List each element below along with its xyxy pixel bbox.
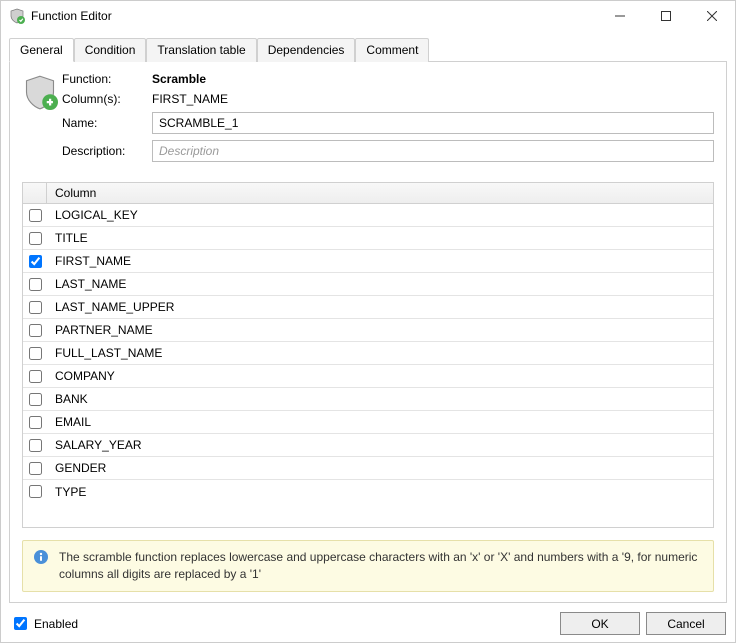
row-checkbox[interactable]: [29, 416, 42, 429]
info-text: The scramble function replaces lowercase…: [59, 549, 703, 583]
table-row[interactable]: LAST_NAME_UPPER: [23, 296, 713, 319]
tab-condition[interactable]: Condition: [74, 38, 147, 62]
tab-label: Translation table: [157, 43, 245, 57]
table-row[interactable]: LOGICAL_KEY: [23, 204, 713, 227]
tab-label: Comment: [366, 43, 418, 57]
tab-label: Dependencies: [268, 43, 345, 57]
info-note: The scramble function replaces lowercase…: [22, 540, 714, 592]
titlebar: Function Editor: [1, 1, 735, 31]
cancel-button[interactable]: Cancel: [646, 612, 726, 635]
row-column-value: TITLE: [47, 231, 713, 245]
row-column-value: LAST_NAME_UPPER: [47, 300, 713, 314]
table-row[interactable]: TYPE: [23, 480, 713, 503]
description-input[interactable]: [152, 140, 714, 162]
row-checkbox[interactable]: [29, 439, 42, 452]
table-row[interactable]: FIRST_NAME: [23, 250, 713, 273]
row-checkbox[interactable]: [29, 255, 42, 268]
close-button[interactable]: [689, 1, 735, 31]
grid-header-check: [23, 183, 47, 203]
columns-value: FIRST_NAME: [152, 92, 714, 106]
grid-header-column: Column: [47, 183, 713, 203]
row-checkbox[interactable]: [29, 278, 42, 291]
tab-strip: General Condition Translation table Depe…: [9, 37, 727, 62]
name-input[interactable]: [152, 112, 714, 134]
row-checkbox[interactable]: [29, 209, 42, 222]
general-panel: Function: Scramble Column(s): FIRST_NAME…: [9, 62, 727, 603]
function-icon: [22, 72, 62, 168]
row-checkbox[interactable]: [29, 370, 42, 383]
enabled-label: Enabled: [34, 617, 78, 631]
row-column-value: PARTNER_NAME: [47, 323, 713, 337]
row-column-value: LOGICAL_KEY: [47, 208, 713, 222]
function-value: Scramble: [152, 72, 714, 86]
table-row[interactable]: GENDER: [23, 457, 713, 480]
table-row[interactable]: COMPANY: [23, 365, 713, 388]
tab-comment[interactable]: Comment: [355, 38, 429, 62]
table-row[interactable]: LAST_NAME: [23, 273, 713, 296]
tab-dependencies[interactable]: Dependencies: [257, 38, 356, 62]
row-checkbox[interactable]: [29, 301, 42, 314]
columns-label: Column(s):: [62, 92, 152, 106]
maximize-button[interactable]: [643, 1, 689, 31]
row-column-value: EMAIL: [47, 415, 713, 429]
tab-translation-table[interactable]: Translation table: [146, 38, 256, 62]
row-column-value: BANK: [47, 392, 713, 406]
table-row[interactable]: SALARY_YEAR: [23, 434, 713, 457]
row-column-value: SALARY_YEAR: [47, 438, 713, 452]
row-checkbox[interactable]: [29, 393, 42, 406]
tab-label: General: [20, 43, 63, 57]
table-row[interactable]: FULL_LAST_NAME: [23, 342, 713, 365]
info-icon: [33, 549, 49, 565]
row-column-value: TYPE: [47, 485, 713, 499]
table-row[interactable]: PARTNER_NAME: [23, 319, 713, 342]
function-label: Function:: [62, 72, 152, 86]
ok-button[interactable]: OK: [560, 612, 640, 635]
window-title: Function Editor: [31, 9, 597, 23]
table-row[interactable]: EMAIL: [23, 411, 713, 434]
row-column-value: GENDER: [47, 461, 713, 475]
name-label: Name:: [62, 116, 152, 130]
row-checkbox[interactable]: [29, 232, 42, 245]
row-column-value: FIRST_NAME: [47, 254, 713, 268]
row-checkbox[interactable]: [29, 462, 42, 475]
row-column-value: LAST_NAME: [47, 277, 713, 291]
tab-general[interactable]: General: [9, 38, 74, 62]
row-checkbox[interactable]: [29, 347, 42, 360]
row-checkbox[interactable]: [29, 485, 42, 498]
row-column-value: FULL_LAST_NAME: [47, 346, 713, 360]
description-label: Description:: [62, 144, 152, 158]
grid-header: Column: [23, 183, 713, 204]
columns-grid: Column LOGICAL_KEY TITLE FIRST_NAME LAST_NA…: [22, 182, 714, 528]
enabled-checkbox-wrap[interactable]: Enabled: [10, 614, 78, 633]
tab-label: Condition: [85, 43, 136, 57]
app-icon: [9, 8, 25, 24]
minimize-button[interactable]: [597, 1, 643, 31]
bottom-bar: Enabled OK Cancel: [10, 612, 726, 635]
table-row[interactable]: TITLE: [23, 227, 713, 250]
table-row[interactable]: BANK: [23, 388, 713, 411]
row-checkbox[interactable]: [29, 324, 42, 337]
enabled-checkbox[interactable]: [14, 617, 27, 630]
row-column-value: COMPANY: [47, 369, 713, 383]
